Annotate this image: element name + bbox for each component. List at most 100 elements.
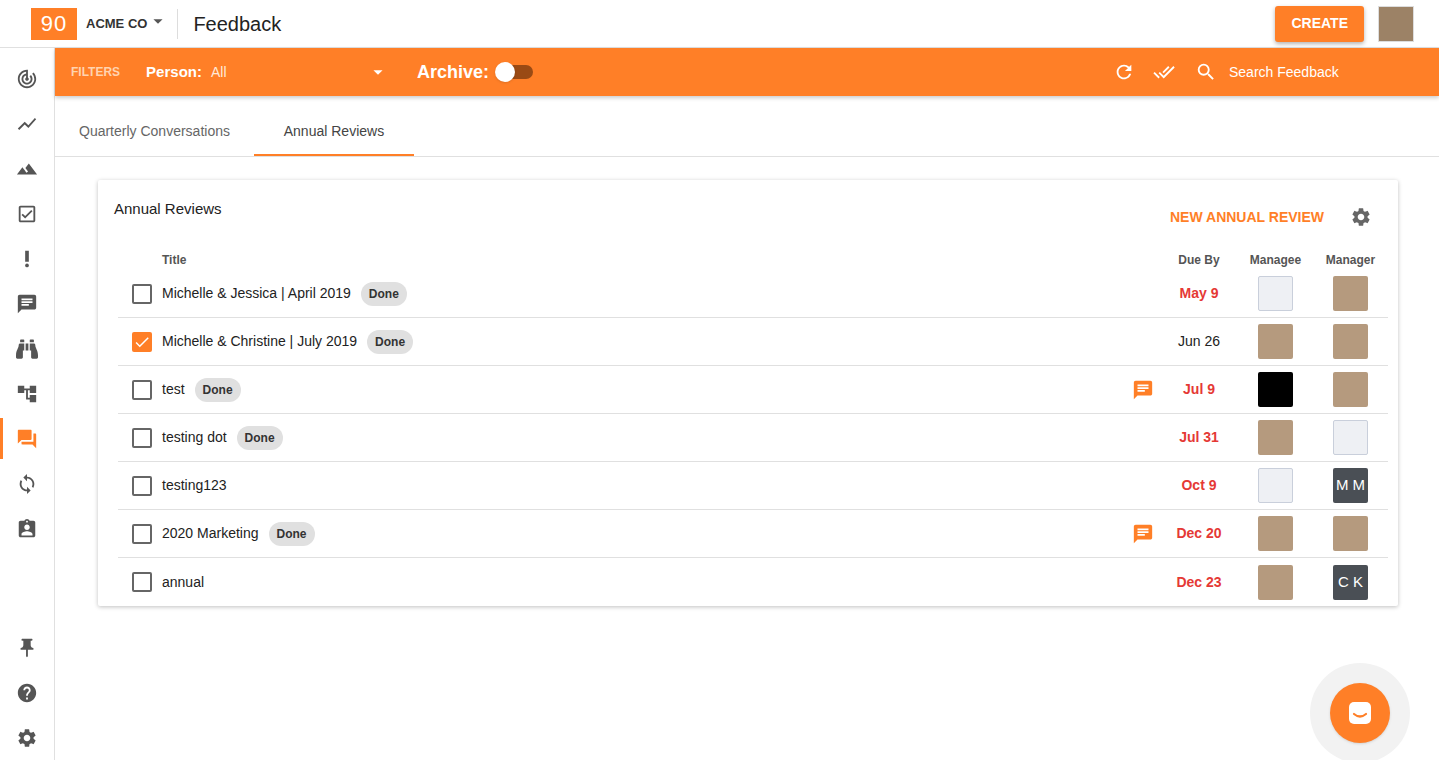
sidebar-icon xyxy=(16,682,38,704)
due-date: Dec 23 xyxy=(1160,572,1238,593)
check-icon xyxy=(133,333,151,351)
main: FILTERSPerson:AllArchive:Search Feedback… xyxy=(55,48,1439,760)
sidebar-icon xyxy=(16,293,38,315)
sidebar-item[interactable] xyxy=(0,670,54,715)
review-title[interactable]: Michelle & Jessica | April 2019 xyxy=(162,283,351,304)
page-title: Feedback xyxy=(193,9,281,39)
row-checkbox[interactable] xyxy=(132,428,152,448)
due-date: Jul 9 xyxy=(1160,379,1238,400)
search-icon[interactable] xyxy=(1195,61,1217,83)
person-label: Person: xyxy=(146,61,202,84)
sidebar-icon xyxy=(16,113,38,135)
manager-avatar xyxy=(1333,372,1368,407)
row-checkbox[interactable] xyxy=(132,524,152,544)
managee-avatar xyxy=(1258,420,1293,455)
manager-avatar xyxy=(1333,516,1368,551)
sidebar-item[interactable] xyxy=(0,326,54,371)
sidebar-item[interactable] xyxy=(0,625,54,670)
managee-avatar xyxy=(1258,372,1293,407)
sidebar-icon xyxy=(16,637,38,659)
sidebar-icon xyxy=(16,518,38,540)
dropdown-icon xyxy=(367,61,389,83)
table-row[interactable]: 2020 Marketing Done Dec 20 xyxy=(118,510,1388,558)
comment-icon[interactable] xyxy=(1132,379,1154,401)
due-date: May 9 xyxy=(1160,283,1238,304)
sidebar-item[interactable] xyxy=(0,191,54,236)
managee-avatar xyxy=(1258,565,1293,600)
table-row[interactable]: Michelle & Christine | July 2019DoneJun … xyxy=(118,318,1388,366)
sidebar-item[interactable] xyxy=(0,146,54,191)
done-badge: Done xyxy=(195,378,241,402)
review-title[interactable]: testing dot xyxy=(162,427,227,448)
managee-avatar xyxy=(1258,516,1293,551)
row-checkbox[interactable] xyxy=(132,332,152,352)
due-date: Dec 20 xyxy=(1160,523,1238,544)
sidebar xyxy=(0,48,55,760)
review-title[interactable]: Michelle & Christine | July 2019 xyxy=(162,331,357,352)
review-title[interactable]: testing123 xyxy=(162,475,227,496)
row-checkbox[interactable] xyxy=(132,572,152,592)
sidebar-item[interactable] xyxy=(0,506,54,551)
sidebar-icon xyxy=(16,338,38,360)
table-row[interactable]: testing dot Done Jul 31 xyxy=(118,414,1388,462)
manager-avatar xyxy=(1333,276,1368,311)
archive-toggle[interactable] xyxy=(497,65,533,79)
sidebar-item[interactable] xyxy=(0,371,54,416)
managee-avatar xyxy=(1258,324,1293,359)
gear-icon[interactable] xyxy=(1350,206,1372,228)
user-avatar[interactable] xyxy=(1378,6,1414,42)
app: 90ACME COFeedbackCREATEFILTERSPerson:All… xyxy=(0,0,1439,760)
create-button[interactable]: CREATE xyxy=(1275,6,1364,42)
sidebar-item[interactable] xyxy=(0,461,54,506)
dropdown-icon xyxy=(147,10,169,32)
sidebar-icon xyxy=(16,383,38,405)
managee-avatar xyxy=(1258,468,1293,503)
chat-launcher[interactable] xyxy=(1310,663,1410,760)
sidebar-item[interactable] xyxy=(0,101,54,146)
logo[interactable]: 90 xyxy=(31,8,77,40)
table-row[interactable]: test Done Jul 9 xyxy=(118,366,1388,414)
done-badge: Done xyxy=(361,282,407,306)
sidebar-item[interactable] xyxy=(0,236,54,281)
due-date: Oct 9 xyxy=(1160,475,1238,496)
table-row[interactable]: testing123 Oct 9 M M xyxy=(118,462,1388,510)
sidebar-item[interactable] xyxy=(0,56,54,101)
search-field[interactable]: Search Feedback xyxy=(1229,62,1409,83)
due-date: Jun 26 xyxy=(1160,331,1238,352)
tab[interactable]: Annual Reviews xyxy=(254,108,414,156)
filter-bar: FILTERSPerson:AllArchive:Search Feedback xyxy=(55,48,1439,96)
due-date: Jul 31 xyxy=(1160,427,1238,448)
review-title[interactable]: annual xyxy=(162,572,204,593)
person-select[interactable]: All xyxy=(211,61,389,83)
sidebar-icon xyxy=(16,428,38,450)
manager-avatar: M M xyxy=(1333,468,1368,503)
row-checkbox[interactable] xyxy=(132,284,152,304)
table-header: TitleDue ByManageeManager xyxy=(118,250,1388,270)
mark-all-read-icon[interactable] xyxy=(1153,61,1175,83)
sidebar-icon xyxy=(16,473,38,495)
done-badge: Done xyxy=(269,522,315,546)
toggle-knob xyxy=(495,62,515,82)
sidebar-item[interactable] xyxy=(0,715,54,760)
divider xyxy=(177,9,178,39)
sidebar-item[interactable] xyxy=(0,416,54,461)
manager-avatar xyxy=(1333,324,1368,359)
sidebar-item[interactable] xyxy=(0,281,54,326)
company-switcher[interactable]: ACME CO xyxy=(86,14,169,34)
row-checkbox[interactable] xyxy=(132,380,152,400)
top-bar: 90 ACME CO Feedback CREATE xyxy=(0,0,1439,48)
managee-avatar xyxy=(1258,276,1293,311)
table-row[interactable]: Michelle & Jessica | April 2019 Done May 9 xyxy=(118,270,1388,318)
review-title[interactable]: test xyxy=(162,379,185,400)
table-row[interactable]: annualDec 23C K xyxy=(118,558,1388,606)
reviews-table: TitleDue ByManageeManagerMichelle & Jess… xyxy=(118,250,1388,606)
manager-avatar xyxy=(1333,420,1368,455)
row-checkbox[interactable] xyxy=(132,476,152,496)
refresh-icon[interactable] xyxy=(1113,61,1135,83)
done-badge: Done xyxy=(237,426,283,450)
chat-icon xyxy=(1346,699,1374,727)
tab[interactable]: Quarterly Conversations xyxy=(55,108,254,156)
comment-icon[interactable] xyxy=(1132,523,1154,545)
new-annual-review-button[interactable]: NEW ANNUAL REVIEW xyxy=(1170,207,1324,228)
review-title[interactable]: 2020 Marketing xyxy=(162,523,259,544)
